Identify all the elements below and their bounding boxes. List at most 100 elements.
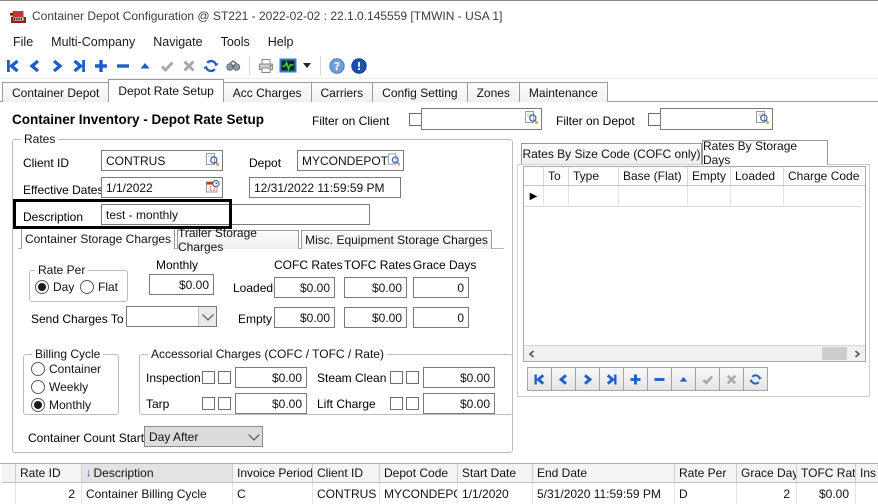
collapse-icon[interactable] <box>134 55 156 77</box>
loaded-cofc-field[interactable]: $0.00 <box>274 277 335 298</box>
cell-depot-code[interactable]: MYCONDEPOT <box>380 483 458 504</box>
grid-previous-record-button[interactable] <box>551 367 576 391</box>
system-monitor-icon[interactable] <box>277 55 299 77</box>
grid-collapse-button[interactable] <box>671 367 696 391</box>
grid-header-base-flat[interactable]: Base (Flat) <box>619 167 688 185</box>
grid-delete-record-button[interactable] <box>647 367 672 391</box>
grid-horizontal-scrollbar[interactable] <box>524 345 865 361</box>
billing-monthly-radio[interactable]: Monthly <box>31 398 91 412</box>
bottom-grid-row-selector[interactable] <box>2 483 16 504</box>
tab-container-storage-charges[interactable]: Container Storage Charges <box>21 227 175 249</box>
first-record-icon[interactable] <box>2 55 24 77</box>
lift-charge-tofc-checkbox[interactable] <box>406 397 419 410</box>
steam-clean-rate-field[interactable]: $0.00 <box>423 367 495 388</box>
lookup-icon[interactable] <box>524 110 539 128</box>
calendar-clock-icon[interactable]: 12 <box>205 179 220 197</box>
refresh-icon[interactable] <box>200 55 222 77</box>
find-icon[interactable] <box>222 55 244 77</box>
grid-add-record-button[interactable] <box>623 367 648 391</box>
lift-charge-rate-field[interactable]: $0.00 <box>423 393 495 414</box>
steam-clean-cofc-checkbox[interactable] <box>390 371 403 384</box>
cell-client-id[interactable]: CONTRUS <box>313 483 380 504</box>
lookup-icon[interactable] <box>205 152 220 170</box>
print-icon[interactable] <box>255 55 277 77</box>
filter-depot-input[interactable] <box>660 108 773 130</box>
tab-depot-rate-setup[interactable]: Depot Rate Setup <box>108 79 223 102</box>
col-header-grace-days[interactable]: Grace Days <box>737 464 797 483</box>
client-id-field[interactable]: CONTRUS <box>101 150 223 171</box>
row-selector-cell[interactable]: ▶ <box>524 186 544 207</box>
col-header-invoice-period[interactable]: Invoice Period <box>233 464 313 483</box>
container-count-start-combo[interactable]: Day After <box>144 426 263 447</box>
grid-last-record-button[interactable] <box>599 367 624 391</box>
col-header-depot-code[interactable]: Depot Code <box>380 464 458 483</box>
scroll-right-icon[interactable] <box>849 346 865 361</box>
monthly-rate-field[interactable]: $0.00 <box>149 274 214 295</box>
loaded-tofc-field[interactable]: $0.00 <box>344 277 407 298</box>
grid-header-loaded[interactable]: Loaded <box>731 167 784 185</box>
grid-cell[interactable] <box>688 186 731 207</box>
col-header-client-id[interactable]: Client ID <box>313 464 380 483</box>
send-charges-to-combo[interactable] <box>126 306 217 327</box>
last-record-icon[interactable] <box>68 55 90 77</box>
cell-tofc-rate[interactable]: $0.00 <box>797 483 856 504</box>
tarp-rate-field[interactable]: $0.00 <box>235 393 307 414</box>
cell-start-date[interactable]: 1/1/2020 <box>458 483 533 504</box>
tab-container-depot[interactable]: Container Depot <box>2 82 109 102</box>
tarp-tofc-checkbox[interactable] <box>218 397 231 410</box>
cancel-icon[interactable] <box>178 55 200 77</box>
chevron-down-icon[interactable] <box>198 307 216 326</box>
rate-per-flat-radio[interactable]: Flat <box>80 280 118 294</box>
tab-maintenance[interactable]: Maintenance <box>519 82 608 102</box>
menu-tools[interactable]: Tools <box>212 35 259 49</box>
dropdown-arrow-icon[interactable] <box>303 63 311 68</box>
col-header-ins[interactable]: Ins <box>856 464 878 483</box>
grid-next-record-button[interactable] <box>575 367 600 391</box>
col-header-end-date[interactable]: End Date <box>533 464 675 483</box>
menu-help[interactable]: Help <box>259 35 303 49</box>
tab-acc-charges[interactable]: Acc Charges <box>223 82 312 102</box>
scrollbar-thumb[interactable] <box>822 347 847 360</box>
next-record-icon[interactable] <box>46 55 68 77</box>
empty-cofc-field[interactable]: $0.00 <box>274 307 335 328</box>
save-icon[interactable] <box>156 55 178 77</box>
tab-config-setting[interactable]: Config Setting <box>372 82 467 102</box>
effective-start-field[interactable]: 1/1/2022 12 <box>101 177 223 198</box>
lookup-icon[interactable] <box>387 152 401 169</box>
help-icon[interactable]: ? <box>326 55 348 77</box>
chevron-down-icon[interactable] <box>245 427 262 446</box>
grid-header-charge-code[interactable]: Charge Code <box>784 167 862 185</box>
grid-header-to[interactable]: To <box>544 167 569 185</box>
tab-zones[interactable]: Zones <box>467 82 520 102</box>
grid-header-empty[interactable]: Empty <box>688 167 731 185</box>
depot-field[interactable]: MYCONDEPOT <box>297 150 404 171</box>
tab-rates-by-storage-days[interactable]: Rates By Storage Days <box>702 140 828 165</box>
grid-cell[interactable] <box>731 186 784 207</box>
inspection-rate-field[interactable]: $0.00 <box>235 367 307 388</box>
menu-navigate[interactable]: Navigate <box>144 35 211 49</box>
grid-cell[interactable] <box>619 186 688 207</box>
about-icon[interactable]: ! <box>348 55 370 77</box>
grid-refresh-button[interactable] <box>743 367 768 391</box>
tab-misc-equipment-storage-charges[interactable]: Misc. Equipment Storage Charges <box>301 230 492 249</box>
col-header-description[interactable]: ↓Description <box>82 464 233 483</box>
grid-cell[interactable] <box>569 186 619 207</box>
col-header-start-date[interactable]: Start Date <box>458 464 533 483</box>
description-field[interactable]: test - monthly <box>101 204 370 225</box>
cell-invoice-period[interactable]: C <box>233 483 313 504</box>
grid-cancel-button[interactable] <box>719 367 744 391</box>
grid-cell[interactable] <box>544 186 569 207</box>
cell-description[interactable]: Container Billing Cycle <box>82 483 233 504</box>
filter-client-input[interactable] <box>421 108 542 130</box>
billing-container-radio[interactable]: Container <box>31 362 101 376</box>
previous-record-icon[interactable] <box>24 55 46 77</box>
cell-grace-days[interactable]: 2 <box>737 483 797 504</box>
col-header-tofc-rate[interactable]: TOFC Rate <box>797 464 856 483</box>
tab-trailer-storage-charges[interactable]: Trailer Storage Charges <box>177 230 299 249</box>
add-record-icon[interactable] <box>90 55 112 77</box>
grid-cell[interactable] <box>784 186 862 207</box>
grid-first-record-button[interactable] <box>527 367 552 391</box>
tab-carriers[interactable]: Carriers <box>311 82 374 102</box>
scroll-left-icon[interactable] <box>524 346 540 361</box>
tarp-cofc-checkbox[interactable] <box>202 397 215 410</box>
